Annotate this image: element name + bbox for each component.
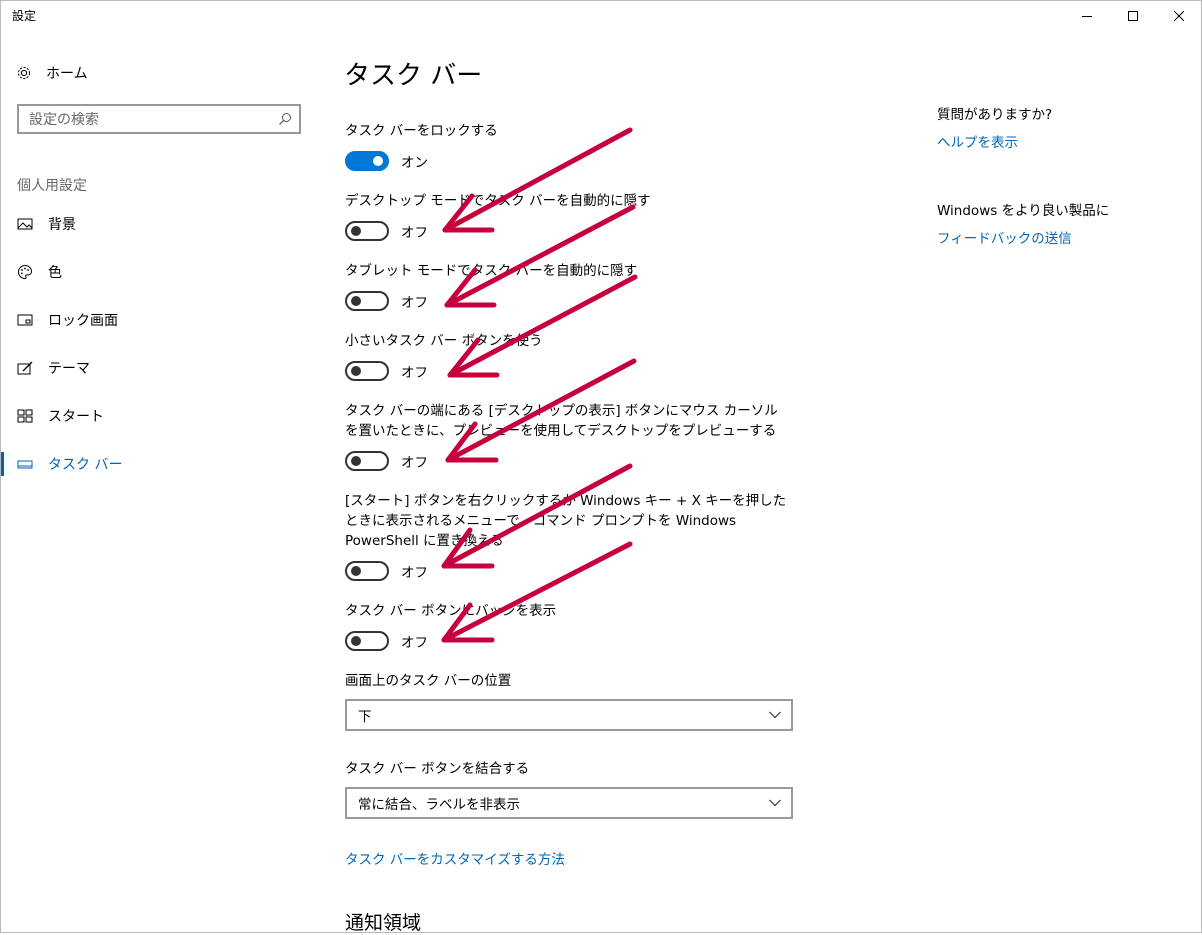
- sidebar-item-taskbar[interactable]: タスク バー: [0, 444, 320, 484]
- help-link[interactable]: ヘルプを表示: [937, 131, 1018, 151]
- sidebar-item-label: タスク バー: [48, 457, 123, 473]
- toggle-state: オフ: [401, 635, 428, 651]
- palette-icon: [17, 264, 33, 280]
- setting-label-peek: タスク バーの端にある [デスクトップの表示] ボタンにマウス カーソルを置いた…: [345, 403, 778, 439]
- toggle-state: オフ: [401, 565, 428, 581]
- maximize-icon: [1128, 11, 1138, 21]
- section-label: 個人用設定: [17, 178, 87, 194]
- sidebar-item-themes[interactable]: テーマ: [0, 348, 320, 388]
- toggle-switch[interactable]: [345, 451, 389, 471]
- home-label: ホーム: [46, 66, 88, 82]
- sidebar-item-background[interactable]: 背景: [0, 204, 320, 244]
- combine-label: タスク バー ボタンを結合する: [345, 761, 530, 777]
- start-icon: [17, 408, 33, 424]
- close-icon: [1174, 11, 1184, 21]
- setting-label-autohide-desktop: デスクトップ モードでタスク バーを自動的に隠す: [345, 193, 651, 209]
- toggle-row-lock-taskbar[interactable]: オン: [345, 150, 428, 172]
- chevron-down-icon: [769, 711, 781, 719]
- toggle-knob: [351, 226, 361, 236]
- toggle-switch[interactable]: [345, 631, 389, 651]
- toggle-state: オフ: [401, 295, 428, 311]
- toggle-switch[interactable]: [345, 151, 389, 171]
- toggle-switch[interactable]: [345, 561, 389, 581]
- toggle-switch[interactable]: [345, 361, 389, 381]
- sidebar-item-label: テーマ: [48, 361, 90, 377]
- setting-label-lock-taskbar: タスク バーをロックする: [345, 123, 498, 139]
- chevron-down-icon: [769, 799, 781, 807]
- toggle-state: オフ: [401, 365, 428, 381]
- lock-screen-icon: [17, 312, 33, 328]
- picture-icon: [17, 216, 33, 232]
- help-question: 質問がありますか?: [937, 107, 1053, 123]
- toggle-knob: [351, 296, 361, 306]
- search-icon[interactable]: [277, 111, 293, 127]
- annotation-arrow: [441, 541, 633, 643]
- title-bar: 設定: [0, 0, 1202, 32]
- toggle-state: オフ: [401, 455, 428, 471]
- toggle-knob: [373, 156, 383, 166]
- search-input[interactable]: 設定の検索: [19, 109, 277, 129]
- page-title: タスク バー: [344, 61, 483, 91]
- toggle-knob: [351, 636, 361, 646]
- maximize-button[interactable]: [1110, 0, 1156, 32]
- setting-label-autohide-tablet: タブレット モードでタスク バーを自動的に隠す: [345, 263, 638, 279]
- toggle-row-badges[interactable]: オフ: [345, 630, 428, 652]
- toggle-switch[interactable]: [345, 291, 389, 311]
- toggle-state: オフ: [401, 225, 428, 241]
- close-button[interactable]: [1156, 0, 1202, 32]
- setting-label-powershell: [スタート] ボタンを右クリックするか Windows キー + X キーを押し…: [345, 493, 787, 549]
- feedback-link[interactable]: フィードバックの送信: [937, 227, 1072, 247]
- sidebar-item-start[interactable]: スタート: [0, 396, 320, 436]
- window-title: 設定: [12, 9, 37, 23]
- dropdown-value: 常に結合、ラベルを非表示: [358, 797, 520, 813]
- sidebar-item-label: 色: [48, 265, 62, 281]
- toggle-knob: [351, 566, 361, 576]
- toggle-state: オン: [401, 155, 428, 171]
- toggle-row-small-buttons[interactable]: オフ: [345, 360, 428, 382]
- sidebar-item-label: スタート: [48, 409, 104, 425]
- minimize-icon: [1082, 16, 1092, 17]
- combine-dropdown[interactable]: 常に結合、ラベルを非表示: [345, 787, 793, 819]
- home-link[interactable]: ホーム: [16, 62, 88, 84]
- sidebar-item-colors[interactable]: 色: [0, 252, 320, 292]
- feedback-question: Windows をより良い製品に: [937, 203, 1110, 219]
- toggle-row-autohide-tablet[interactable]: オフ: [345, 290, 428, 312]
- notification-area-title: 通知領域: [345, 912, 422, 934]
- taskbar-icon: [17, 456, 33, 472]
- sidebar: ホーム 設定の検索 個人用設定 背景 色 ロック画面 テーマ スタート タスク …: [0, 32, 320, 933]
- position-dropdown[interactable]: 下: [345, 699, 793, 731]
- theme-icon: [17, 360, 33, 376]
- toggle-row-autohide-desktop[interactable]: オフ: [345, 220, 428, 242]
- annotation-arrow: [444, 204, 636, 308]
- settings-search[interactable]: 設定の検索: [17, 104, 301, 134]
- toggle-row-powershell[interactable]: オフ: [345, 560, 428, 582]
- toggle-knob: [351, 456, 361, 466]
- customize-link[interactable]: タスク バーをカスタマイズする方法: [345, 848, 565, 868]
- setting-label-small-buttons: 小さいタスク バー ボタンを使う: [345, 333, 543, 349]
- toggle-row-peek[interactable]: オフ: [345, 450, 428, 472]
- sidebar-item-lock-screen[interactable]: ロック画面: [0, 300, 320, 340]
- minimize-button[interactable]: [1064, 0, 1110, 32]
- position-label: 画面上のタスク バーの位置: [345, 673, 512, 689]
- gear-icon: [16, 65, 32, 81]
- toggle-switch[interactable]: [345, 221, 389, 241]
- annotation-arrow: [447, 274, 638, 378]
- annotation-arrow: [442, 127, 633, 233]
- toggle-knob: [351, 366, 361, 376]
- setting-label-badges: タスク バー ボタンにバッジを表示: [345, 603, 557, 619]
- dropdown-value: 下: [358, 709, 372, 725]
- sidebar-item-label: 背景: [48, 217, 76, 233]
- sidebar-item-label: ロック画面: [48, 313, 118, 329]
